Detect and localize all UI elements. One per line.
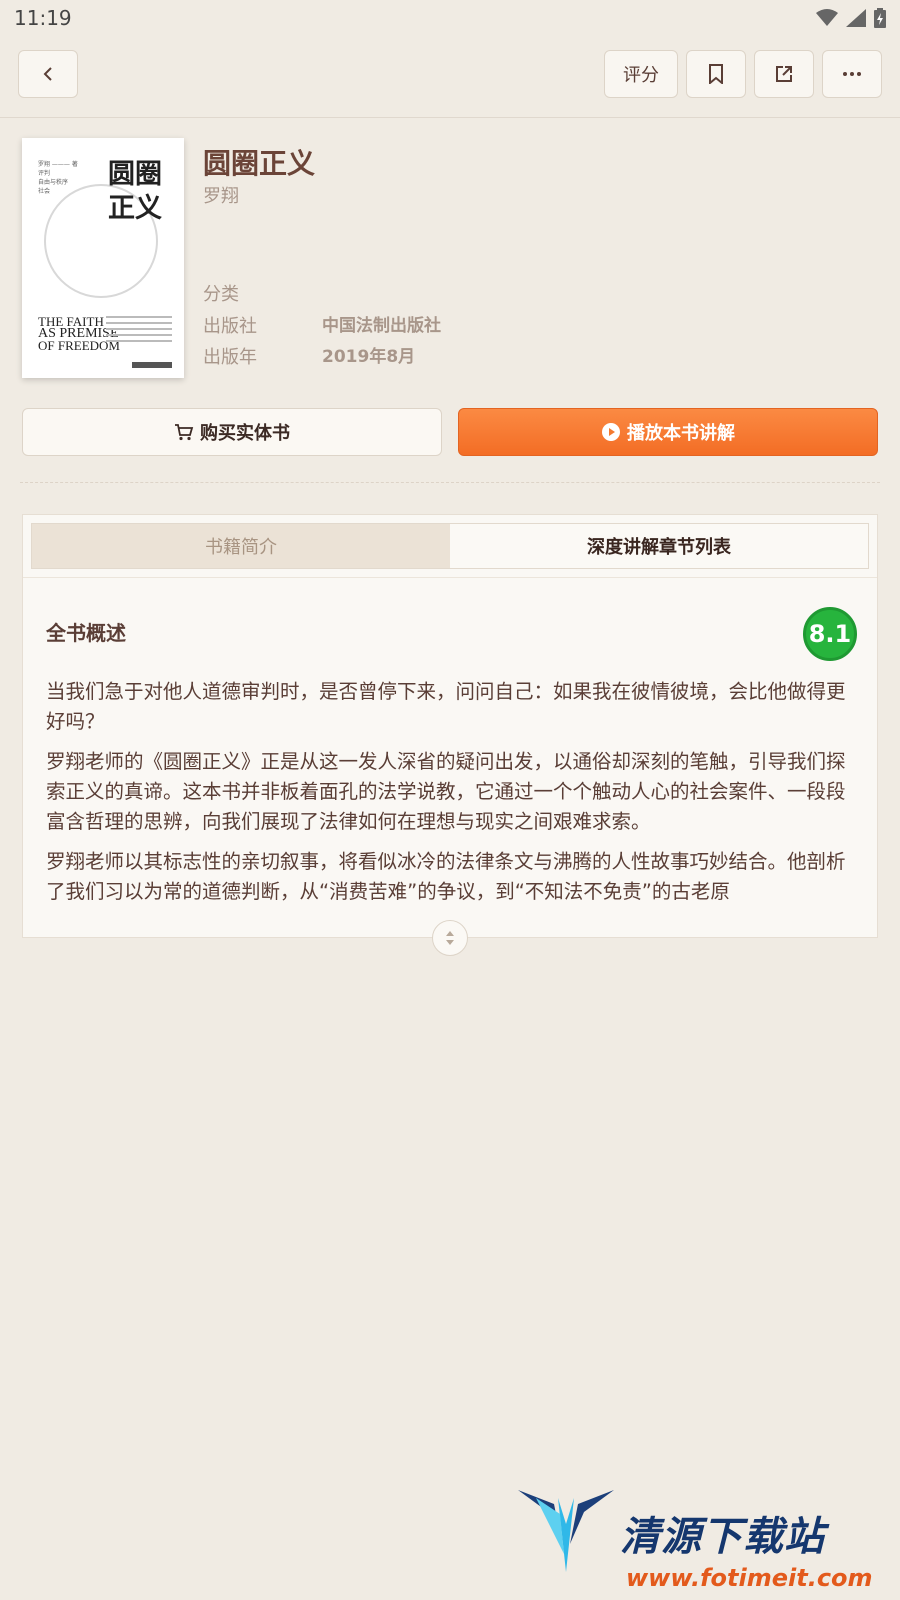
chevron-left-icon: [43, 67, 52, 81]
expand-button[interactable]: [432, 920, 468, 956]
cover-title-line: 正义: [108, 193, 162, 224]
battery-icon: [874, 8, 886, 28]
watermark-name: 清源下载站: [620, 1514, 825, 1560]
cover-blurb: [106, 316, 172, 346]
score-badge: 8.1: [803, 607, 857, 661]
book-author[interactable]: 罗翔: [203, 182, 239, 208]
content-card: 书籍简介 深度讲解章节列表 全书概述 8.1 当我们急于对他人道德审判时，是否曾…: [22, 514, 878, 938]
meta-label-category: 分类: [203, 284, 239, 305]
overview-paragraph: 当我们急于对他人道德审判时，是否曾停下来，问问自己：如果我在彼情彼境，会比他做得…: [46, 680, 846, 733]
watermark: 清源下载站 www.fotimeit.com: [516, 1484, 873, 1594]
tab-book-intro[interactable]: 书籍简介: [32, 524, 450, 568]
share-button[interactable]: [754, 50, 814, 98]
play-button-label: 播放本书讲解: [627, 423, 735, 444]
cover-publisher-mark: [132, 362, 172, 368]
meta-label-year: 出版年: [203, 347, 257, 368]
status-time: 11:19: [14, 6, 72, 30]
status-bar: 11:19: [0, 0, 900, 36]
tab-chapter-list[interactable]: 深度讲解章节列表: [450, 524, 868, 568]
more-icon: [843, 72, 861, 76]
overview-paragraph: 罗翔老师的《圆圈正义》正是从这一发人深省的疑问出发，以通俗却深刻的笔触，引导我们…: [46, 750, 846, 833]
more-button[interactable]: [822, 50, 882, 98]
card-separator: [23, 577, 877, 578]
cover-title: 圆圈 正义: [108, 158, 162, 226]
wifi-icon: [816, 9, 838, 26]
watermark-logo: [518, 1490, 614, 1572]
tab-bar: 书籍简介 深度讲解章节列表: [31, 523, 869, 569]
expand-icon: [446, 931, 454, 945]
meta-value-year: 2019年8月: [322, 347, 416, 367]
signal-icon: [846, 9, 866, 27]
buy-button-label: 购买实体书: [200, 423, 290, 444]
play-icon: [602, 423, 620, 441]
overview-paragraph: 罗翔老师以其标志性的亲切叙事，将看似冰冷的法律条文与沸腾的人性故事巧妙结合。他剖…: [46, 850, 846, 903]
bookmark-button[interactable]: [686, 50, 746, 98]
watermark-url: www.fotimeit.com: [626, 1564, 873, 1592]
book-cover[interactable]: 罗翔 ——— 著评判 自由与秩序 社会 圆圈 正义 THE FAITH AS PRE…: [22, 138, 184, 378]
overview-text: 当我们急于对他人道德审判时，是否曾停下来，问问自己：如果我在彼情彼境，会比他做得…: [46, 677, 862, 917]
status-icons: [816, 8, 886, 28]
rate-button[interactable]: 评分: [604, 50, 678, 98]
overview-title: 全书概述: [46, 621, 126, 645]
play-book-explanation-button[interactable]: 播放本书讲解: [458, 408, 878, 456]
top-toolbar: 评分: [0, 36, 900, 118]
book-title: 圆圈正义: [203, 147, 316, 180]
back-button[interactable]: [18, 50, 78, 98]
bookmark-icon: [709, 64, 723, 84]
buy-physical-book-button[interactable]: 购买实体书: [22, 408, 442, 456]
cover-title-line: 圆圈: [108, 159, 162, 190]
divider: [20, 482, 880, 483]
share-icon: [776, 66, 792, 82]
meta-label-publisher: 出版社: [203, 316, 257, 337]
meta-value-publisher: 中国法制出版社: [322, 316, 441, 336]
cart-icon: [175, 424, 194, 441]
